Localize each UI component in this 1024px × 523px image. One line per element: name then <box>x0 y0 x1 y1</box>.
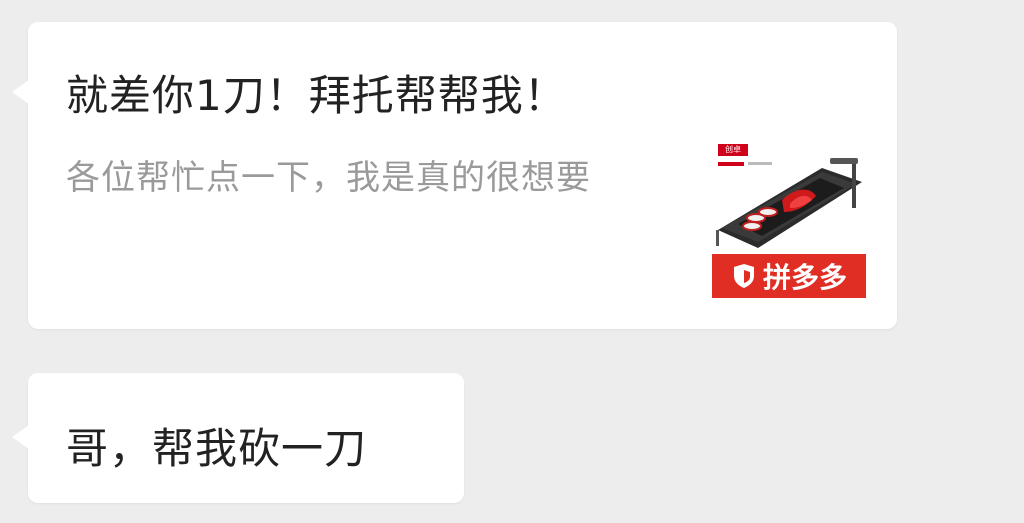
store-tag: 创卓 <box>718 144 748 156</box>
pinduoduo-badge: 拼多多 <box>712 254 866 298</box>
message-text: 哥，帮我砍一刀 <box>66 424 368 473</box>
card-description: 各位帮忙点一下，我是真的很想要 <box>66 158 591 198</box>
brand-name: 拼多多 <box>762 261 847 294</box>
chat-area: 就差你1刀！拜托帮帮我！ 各位帮忙点一下，我是真的很想要 创卓 拼多多 哥，帮我… <box>0 0 1024 523</box>
product-thumbnail: 创卓 拼多多 <box>712 138 866 298</box>
text-message[interactable]: 哥，帮我砍一刀 <box>12 373 464 503</box>
card-title: 就差你1刀！拜托帮帮我！ <box>66 71 567 120</box>
link-card-message[interactable]: 就差你1刀！拜托帮帮我！ 各位帮忙点一下，我是真的很想要 创卓 拼多多 <box>12 22 897 329</box>
shield-icon <box>733 264 754 288</box>
